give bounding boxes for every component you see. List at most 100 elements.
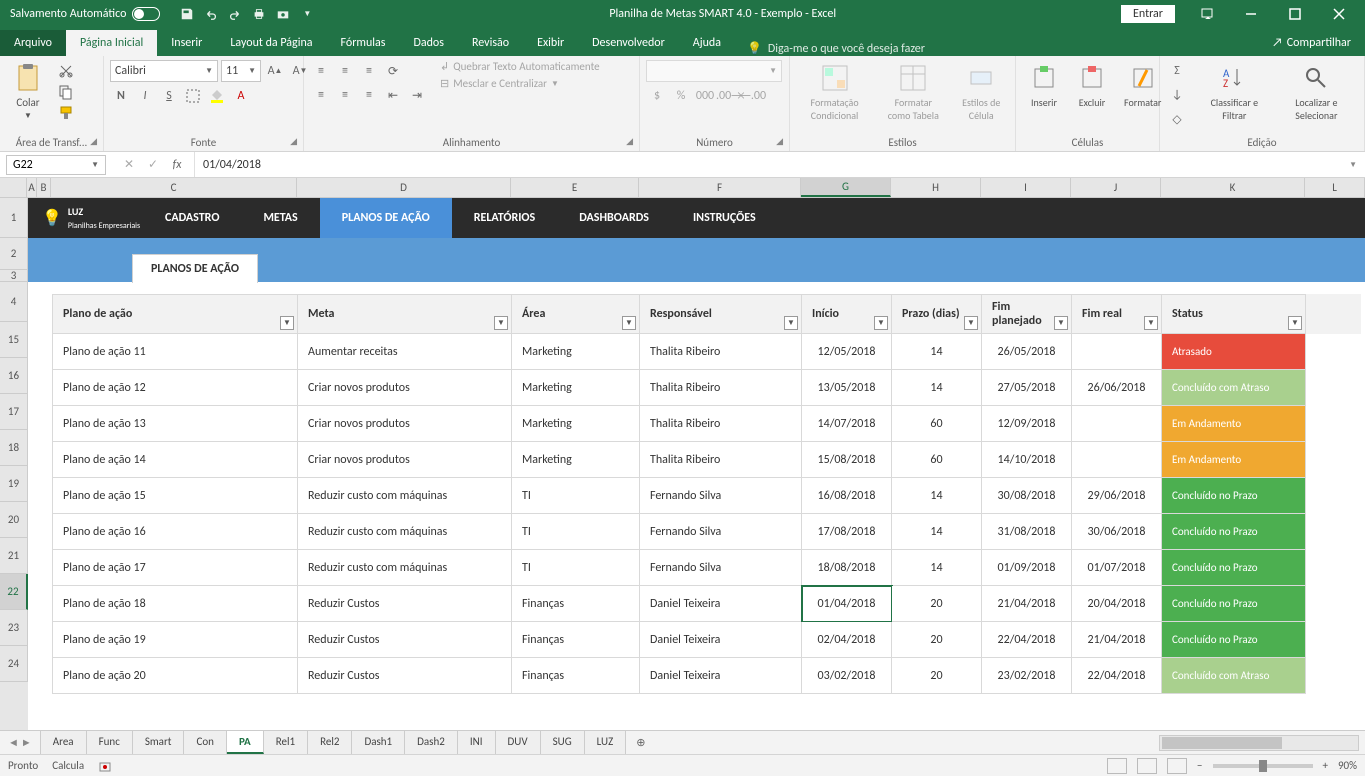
sheet-nav-item[interactable]: INSTRUÇÕES [671,198,778,238]
align-right-icon[interactable]: ≡ [358,84,380,106]
column-header[interactable]: A [27,178,37,197]
filter-dropdown-icon[interactable]: ▼ [280,316,294,330]
row-header[interactable]: 23 [0,610,28,646]
number-format-combo[interactable]: ▼ [646,60,782,82]
ribbon-tab[interactable]: Dados [399,30,457,56]
find-select-button[interactable]: Localizar e Selecionar [1275,60,1358,124]
filter-dropdown-icon[interactable]: ▼ [964,316,978,330]
filter-dropdown-icon[interactable]: ▼ [874,316,888,330]
table-cell[interactable]: Marketing [512,406,640,442]
table-cell[interactable]: 26/06/2018 [1072,370,1162,406]
page-layout-view-icon[interactable] [1137,758,1157,774]
table-cell[interactable]: Reduzir Custos [298,658,512,694]
table-cell[interactable]: Plano de ação 17 [52,550,298,586]
sheet-nav-item[interactable]: METAS [241,198,319,238]
table-cell[interactable]: 18/08/2018 [802,550,892,586]
table-cell[interactable]: Daniel Teixeira [640,622,802,658]
currency-icon[interactable]: $ [646,85,668,107]
row-header[interactable]: 19 [0,466,28,502]
table-cell[interactable]: 21/04/2018 [1072,622,1162,658]
sheet-tab[interactable]: INI [458,731,496,754]
cancel-formula-icon[interactable]: ✕ [118,154,140,176]
table-cell[interactable]: 26/05/2018 [982,334,1072,370]
table-cell[interactable]: 14/07/2018 [802,406,892,442]
merge-center-button[interactable]: ⊟ Mesclar e Centralizar ▼ [440,77,600,90]
expand-formula-bar-icon[interactable]: ▼ [1341,160,1365,170]
sheet-tab[interactable]: Smart [133,731,185,754]
sheet-tab[interactable]: Area [41,731,87,754]
table-cell[interactable]: 15/08/2018 [802,442,892,478]
table-cell[interactable]: 14 [892,334,982,370]
align-top-icon[interactable]: ≡ [310,60,332,82]
sheet-nav-item[interactable]: DASHBOARDS [557,198,671,238]
filter-dropdown-icon[interactable]: ▼ [784,316,798,330]
table-cell[interactable]: 21/04/2018 [982,586,1072,622]
sheet-tab[interactable]: Con [184,731,226,754]
accept-formula-icon[interactable]: ✓ [142,154,164,176]
table-cell[interactable]: Plano de ação 15 [52,478,298,514]
table-cell[interactable]: Thalita Ribeiro [640,370,802,406]
page-break-view-icon[interactable] [1167,758,1187,774]
ribbon-tab[interactable]: Ajuda [679,30,735,56]
column-header-cell[interactable]: Início▼ [802,294,892,334]
sort-filter-button[interactable]: AZClassificar e Filtrar [1198,60,1271,124]
column-header[interactable]: J [1071,178,1161,197]
row-header[interactable]: 21 [0,538,28,574]
align-bottom-icon[interactable]: ≡ [358,60,380,82]
bold-button[interactable]: N [110,85,132,107]
increase-indent-icon[interactable]: ⇥ [406,84,428,106]
table-cell[interactable]: Thalita Ribeiro [640,334,802,370]
zoom-out-icon[interactable]: − [1197,759,1202,772]
table-cell[interactable]: 30/06/2018 [1072,514,1162,550]
table-cell[interactable]: Em Andamento [1162,406,1306,442]
table-cell[interactable]: Marketing [512,442,640,478]
table-cell[interactable]: 27/05/2018 [982,370,1072,406]
row-header[interactable]: 4 [0,282,28,322]
table-cell[interactable]: 14/10/2018 [982,442,1072,478]
sheet-tab[interactable]: Dash2 [405,731,458,754]
table-cell[interactable]: 20 [892,622,982,658]
filter-dropdown-icon[interactable]: ▼ [622,316,636,330]
add-sheet-button[interactable]: ⊕ [626,736,655,749]
sheet-tab[interactable]: Rel1 [264,731,308,754]
column-header-cell[interactable]: Fim planejado▼ [982,294,1072,334]
table-cell[interactable]: Finanças [512,658,640,694]
table-cell[interactable]: Finanças [512,622,640,658]
normal-view-icon[interactable] [1107,758,1127,774]
ribbon-options-icon[interactable] [1187,0,1227,28]
ribbon-tab[interactable]: Desenvolvedor [578,30,679,56]
font-name-combo[interactable]: Calibri▼ [110,60,218,82]
percent-icon[interactable]: % [670,85,692,107]
table-cell[interactable]: Em Andamento [1162,442,1306,478]
table-cell[interactable]: Reduzir custo com máquinas [298,514,512,550]
table-cell[interactable]: Reduzir Custos [298,586,512,622]
table-cell[interactable]: 01/04/2018 [802,586,892,622]
cut-icon[interactable] [56,62,76,80]
ribbon-tab[interactable]: Layout da Página [216,30,326,56]
table-cell[interactable]: Concluído no Prazo [1162,586,1306,622]
table-cell[interactable]: Criar novos produtos [298,442,512,478]
table-cell[interactable]: 14 [892,550,982,586]
comma-icon[interactable]: 000 [694,85,716,107]
align-center-icon[interactable]: ≡ [334,84,356,106]
file-tab[interactable]: Arquivo [0,30,66,56]
sheet-tab[interactable]: SUG [541,731,585,754]
sheet-tab[interactable]: Dash1 [352,731,405,754]
column-header[interactable]: D [297,178,511,197]
table-cell[interactable]: Criar novos produtos [298,370,512,406]
table-cell[interactable]: Reduzir custo com máquinas [298,550,512,586]
tab-nav-prev-icon[interactable]: ◄ [8,736,19,749]
column-header-cell[interactable]: Prazo (dias)▼ [892,294,982,334]
table-cell[interactable]: 17/08/2018 [802,514,892,550]
table-cell[interactable]: Plano de ação 12 [52,370,298,406]
table-cell[interactable] [1072,334,1162,370]
column-header-cell[interactable]: Status▼ [1162,294,1306,334]
table-cell[interactable]: Atrasado [1162,334,1306,370]
tab-nav-next-icon[interactable]: ► [21,736,32,749]
qat-dropdown-icon[interactable]: ▼ [298,5,316,23]
column-header[interactable]: G [801,178,891,197]
table-cell[interactable]: 22/04/2018 [982,622,1072,658]
table-cell[interactable]: 22/04/2018 [1072,658,1162,694]
table-cell[interactable]: Daniel Teixeira [640,658,802,694]
sheet-nav-item[interactable]: CADASTRO [143,198,241,238]
